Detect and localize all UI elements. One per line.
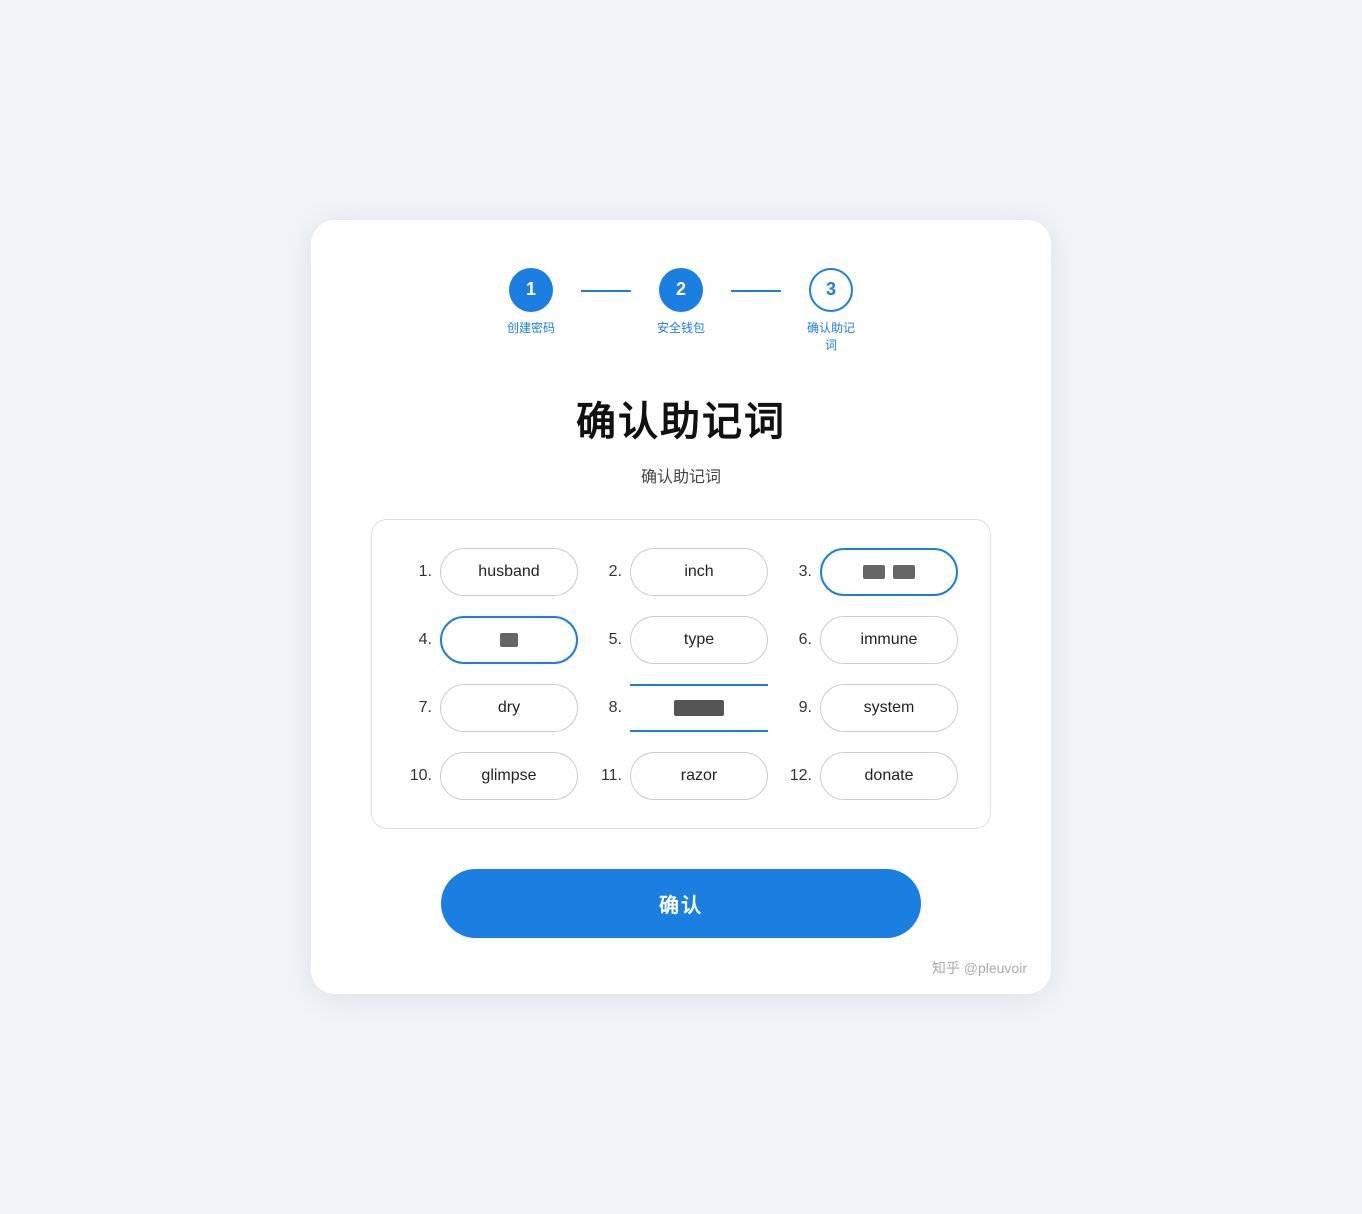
word-number-7: 7.	[404, 699, 432, 717]
step-1-group: 1 创建密码	[481, 268, 581, 337]
word-number-4: 4.	[404, 631, 432, 649]
word-pill-6[interactable]: immune	[820, 616, 958, 664]
step-2-label: 安全钱包	[657, 320, 705, 337]
word-pill-2[interactable]: inch	[630, 548, 768, 596]
word-number-1: 1.	[404, 563, 432, 581]
word-item-9: 9. system	[784, 684, 958, 732]
word-item-10: 10. glimpse	[404, 752, 578, 800]
main-card: 1 创建密码 2 安全钱包 3 确认助记词 确认助记词 确认助记词 1.	[311, 220, 1051, 995]
word-item-2: 2. inch	[594, 548, 768, 596]
redact-block-4	[500, 633, 518, 647]
word-item-6: 6. immune	[784, 616, 958, 664]
word-pill-4[interactable]	[440, 616, 578, 664]
word-item-4: 4.	[404, 616, 578, 664]
word-grid-container: 1. husband 2. inch 3. 4.	[371, 519, 991, 829]
word-item-11: 11. razor	[594, 752, 768, 800]
word-pill-7[interactable]: dry	[440, 684, 578, 732]
step-2-number: 2	[676, 279, 686, 300]
redact-block-8	[674, 700, 724, 716]
word-number-6: 6.	[784, 631, 812, 649]
page-title: 确认助记词	[371, 389, 991, 447]
word-pill-10[interactable]: glimpse	[440, 752, 578, 800]
word-item-1: 1. husband	[404, 548, 578, 596]
redact-block-3a	[863, 565, 885, 579]
step-1-label: 创建密码	[507, 320, 555, 337]
word-number-10: 10.	[404, 767, 432, 785]
word-number-8: 8.	[594, 699, 622, 717]
word-pill-5[interactable]: type	[630, 616, 768, 664]
step-3-number: 3	[826, 279, 836, 300]
word-number-12: 12.	[784, 767, 812, 785]
word-pill-3[interactable]	[820, 548, 958, 596]
word-pill-9[interactable]: system	[820, 684, 958, 732]
word-number-2: 2.	[594, 563, 622, 581]
word-item-12: 12. donate	[784, 752, 958, 800]
word-pill-8[interactable]	[630, 684, 768, 732]
word-number-5: 5.	[594, 631, 622, 649]
redact-block-3b	[893, 565, 915, 579]
word-number-9: 9.	[784, 699, 812, 717]
stepper: 1 创建密码 2 安全钱包 3 确认助记词	[371, 268, 991, 354]
word-number-3: 3.	[784, 563, 812, 581]
word-number-11: 11.	[594, 767, 622, 785]
step-3-group: 3 确认助记词	[781, 268, 881, 354]
word-pill-11[interactable]: razor	[630, 752, 768, 800]
confirm-button[interactable]: 确认	[441, 869, 921, 938]
word-pill-12[interactable]: donate	[820, 752, 958, 800]
step-2-group: 2 安全钱包	[631, 268, 731, 337]
word-item-5: 5. type	[594, 616, 768, 664]
word-grid: 1. husband 2. inch 3. 4.	[404, 548, 958, 800]
sub-title: 确认助记词	[371, 463, 991, 487]
word-item-3: 3.	[784, 548, 958, 596]
step-1-number: 1	[526, 279, 536, 300]
watermark: 知乎 @pleuvoir	[932, 958, 1027, 978]
step-connector-1-2	[581, 290, 631, 292]
word-item-7: 7. dry	[404, 684, 578, 732]
word-pill-1[interactable]: husband	[440, 548, 578, 596]
step-3-label: 确认助记词	[807, 320, 855, 354]
step-2-circle: 2	[659, 268, 703, 312]
step-connector-2-3	[731, 290, 781, 292]
word-item-8: 8.	[594, 684, 768, 732]
step-3-circle: 3	[809, 268, 853, 312]
step-1-circle: 1	[509, 268, 553, 312]
